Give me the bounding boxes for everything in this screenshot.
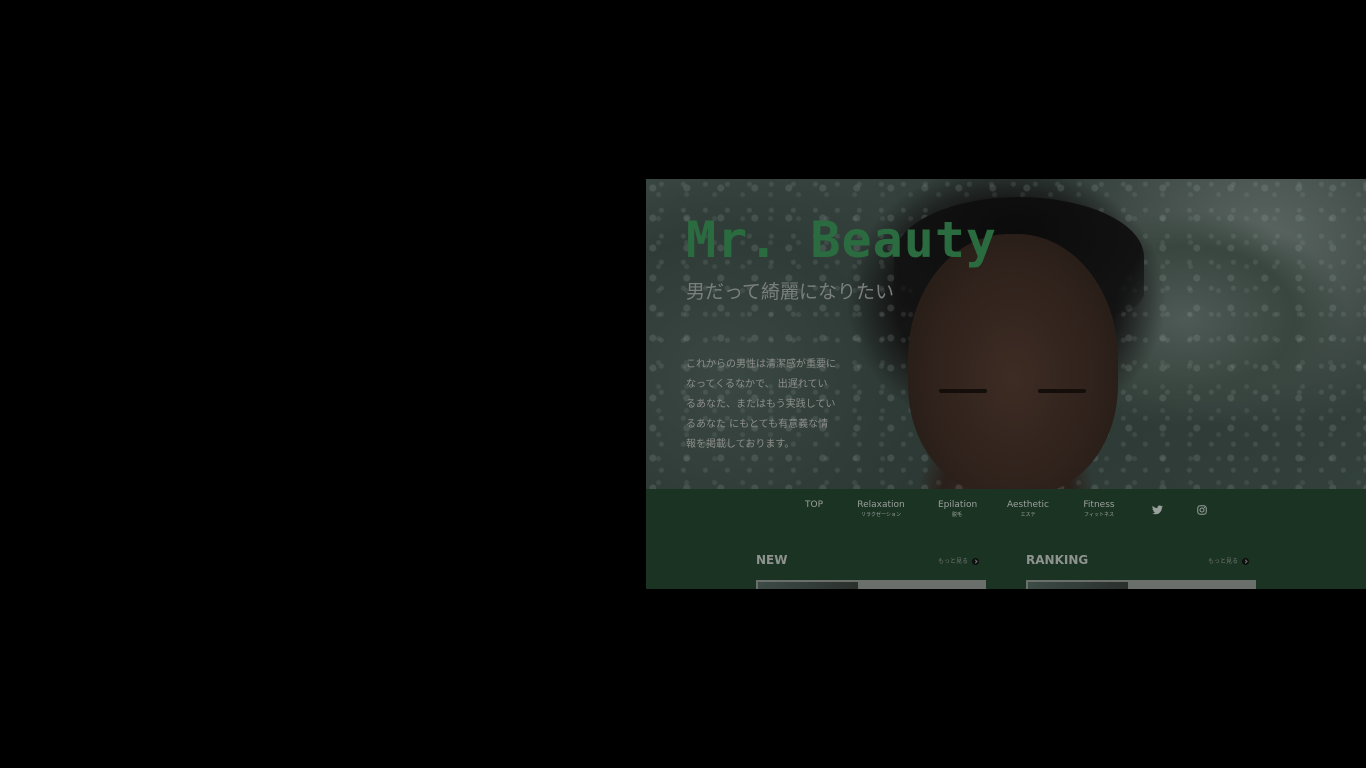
new-more-link[interactable]: もっと見る bbox=[938, 556, 980, 565]
ranking-section-title: RANKING bbox=[1026, 553, 1089, 567]
article-thumbnail bbox=[758, 582, 858, 589]
nav-item-sublabel: フィットネス bbox=[1084, 512, 1114, 518]
intro-line: なってくるなかで、 出遅れてい bbox=[686, 379, 828, 390]
instagram-icon[interactable] bbox=[1197, 500, 1207, 519]
nav-item-relaxation[interactable]: Relaxation リラクゼーション bbox=[856, 499, 906, 519]
intro-line: 報を掲載しております。 bbox=[686, 439, 795, 450]
intro-line: これからの男性は清潔感が重要に bbox=[686, 359, 836, 370]
intro-line: るあなた にもとても有意義な情 bbox=[686, 419, 829, 430]
nav-item-label: Relaxation bbox=[857, 500, 905, 510]
more-link-label: もっと見る bbox=[938, 558, 969, 565]
hero-intro: これからの男性は清潔感が重要に なってくるなかで、 出遅れてい るあなた、または… bbox=[686, 355, 846, 455]
twitter-icon[interactable] bbox=[1152, 500, 1163, 519]
nav-item-sublabel: リラクゼーション bbox=[861, 512, 901, 518]
nav-item-label: Epilation bbox=[938, 500, 978, 510]
more-link-label: もっと見る bbox=[1208, 558, 1239, 565]
article-thumbnail bbox=[1028, 582, 1128, 589]
intro-line: るあなた、またはもう実践してい bbox=[686, 399, 836, 410]
nav-item-label: TOP bbox=[804, 500, 823, 510]
nav-item-fitness[interactable]: Fitness フィットネス bbox=[1080, 499, 1118, 519]
nav-item-sublabel: エステ bbox=[1020, 512, 1036, 518]
nav-item-epilation[interactable]: Epilation 脱毛 bbox=[938, 499, 978, 519]
nav-item-label: Fitness bbox=[1083, 500, 1115, 510]
nav-item-aesthetic[interactable]: Aesthetic エステ bbox=[1007, 499, 1049, 519]
hero-tagline: 男だって綺麗になりたい bbox=[686, 281, 895, 303]
arrow-right-icon bbox=[972, 558, 980, 565]
hero-face bbox=[908, 234, 1118, 494]
main-nav: TOP Relaxation リラクゼーション Epilation 脱毛 Aes… bbox=[646, 499, 1366, 529]
website-preview: Mr. Beauty 男だって綺麗になりたい これからの男性は清潔感が重要に な… bbox=[646, 179, 1366, 589]
nav-item-label: Aesthetic bbox=[1007, 500, 1049, 510]
hero-image: Mr. Beauty 男だって綺麗になりたい これからの男性は清潔感が重要に な… bbox=[646, 179, 1366, 494]
hero-eye-left bbox=[939, 389, 987, 393]
nav-item-top[interactable]: TOP bbox=[804, 499, 824, 511]
nav-item-sublabel: 脱毛 bbox=[951, 512, 962, 518]
new-article-card[interactable] bbox=[756, 580, 986, 589]
brand-logo[interactable]: Mr. Beauty bbox=[686, 215, 997, 265]
ranking-more-link[interactable]: もっと見る bbox=[1208, 556, 1250, 565]
new-section-title: NEW bbox=[756, 553, 788, 567]
ranking-article-card[interactable] bbox=[1026, 580, 1256, 589]
hero-eye-right bbox=[1038, 389, 1086, 393]
arrow-right-icon bbox=[1242, 558, 1250, 565]
dimmed-overlay: Mr. Beauty 男だって綺麗になりたい これからの男性は清潔感が重要に な… bbox=[0, 0, 1366, 768]
